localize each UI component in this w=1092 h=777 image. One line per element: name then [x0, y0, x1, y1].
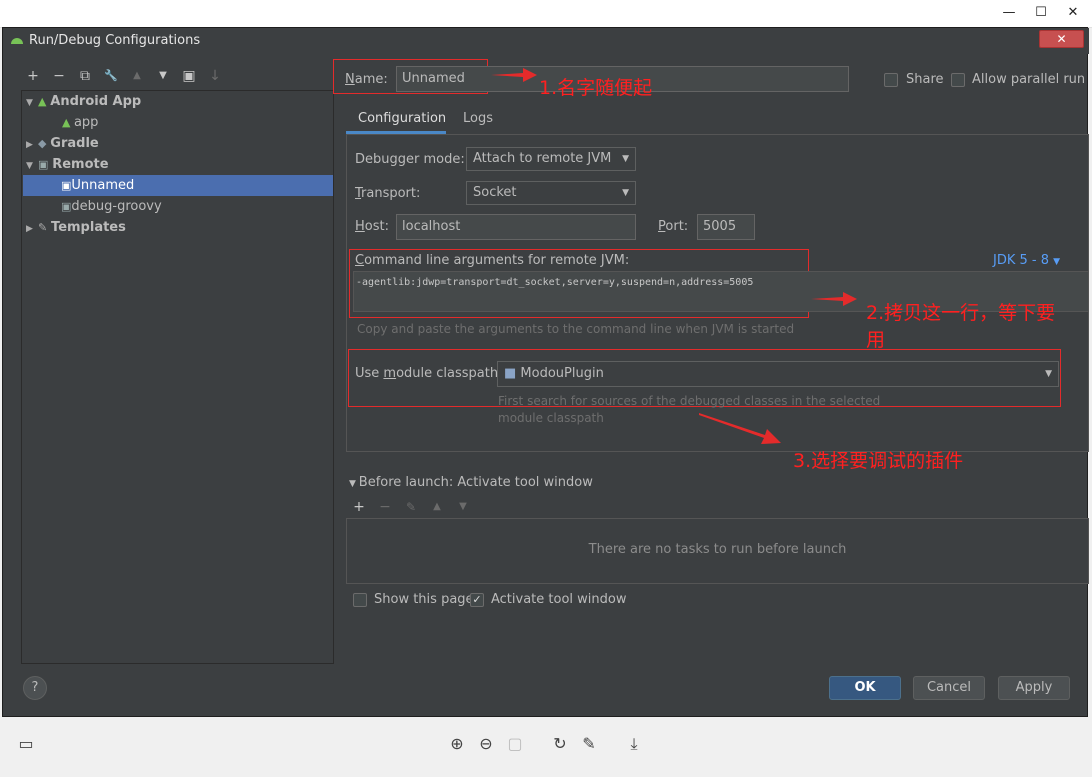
annotation-2-line2: 用 [866, 329, 886, 351]
move-up-icon: ▲ [133, 70, 141, 81]
share-label: Share [906, 72, 944, 87]
configuration-tree: ▼ ▲ Android App ▲ app ▶ ◆ Gradle ▼ ▣ Remote… [21, 90, 334, 664]
edit-icon[interactable]: ✎ [579, 734, 599, 754]
remote-icon: ▣ [61, 200, 72, 213]
cmdline-label: Command line arguments for remote JVM: [355, 253, 630, 268]
close-window-button[interactable]: ✕ [1062, 4, 1084, 22]
show-page-checkbox[interactable] [353, 593, 367, 607]
rotate-icon[interactable]: ↻ [550, 734, 570, 754]
download-icon[interactable]: ⤓ [624, 734, 644, 754]
sort-icon: ↓ [209, 68, 221, 84]
add-icon[interactable]: + [25, 68, 41, 84]
annotation-3: 3.选择要调试的插件 [793, 450, 964, 472]
transport-label: Transport: [355, 186, 421, 201]
minimize-button[interactable]: — [998, 4, 1020, 22]
module-label: Use module classpath: [355, 366, 503, 381]
tree-item-android-app[interactable]: ▼ ▲ Android App [26, 91, 335, 112]
port-input[interactable]: 5005 [697, 214, 755, 240]
jdk-version-select[interactable]: JDK 5 - 8 ▼ [993, 253, 1060, 268]
remove-task-icon: − [379, 499, 391, 515]
run-debug-dialog: Run/Debug Configurations ✕ + − ⧉ 🔧 ▲ ▼ ▣… [2, 27, 1089, 717]
move-down-icon[interactable]: ▼ [155, 68, 171, 84]
tree-item-remote[interactable]: ▼ ▣ Remote [26, 154, 335, 175]
android-icon [10, 33, 24, 45]
chevron-down-icon: ▼ [622, 154, 629, 164]
android-icon: ▲ [62, 116, 74, 129]
tab-logs[interactable]: Logs [463, 111, 493, 126]
android-icon: ▲ [38, 95, 51, 108]
cmdline-hint: Copy and paste the arguments to the comm… [357, 322, 795, 336]
move-down-icon: ▼ [459, 501, 467, 512]
share-checkbox[interactable] [884, 73, 898, 87]
viewer-toolbar: ▭ ⊕ ⊖ ▢ ↻ ✎ ⤓ [0, 718, 1092, 777]
zoom-in-icon[interactable]: ⊕ [447, 734, 467, 754]
tree-item-app[interactable]: ▲ app [62, 112, 332, 133]
maximize-button[interactable]: ☐ [1030, 4, 1052, 22]
cancel-button[interactable]: Cancel [913, 676, 985, 700]
edit-task-icon: ✎ [405, 500, 417, 514]
annotation-arrow-2 [811, 292, 857, 306]
tree-item-unnamed[interactable]: ▣Unnamed [23, 175, 333, 196]
before-launch-list: There are no tasks to run before launch [346, 518, 1089, 584]
remove-icon[interactable]: − [51, 68, 67, 84]
tab-configuration[interactable]: Configuration [346, 108, 446, 134]
remote-icon: ▣ [61, 179, 72, 192]
annotation-arrow-1 [491, 68, 537, 82]
chevron-down-icon: ▼ [622, 188, 629, 198]
annotation-arrow-3 [699, 411, 783, 447]
activate-tool-checkbox[interactable]: ✓ [470, 593, 484, 607]
add-task-icon[interactable]: + [351, 499, 367, 515]
apply-button[interactable]: Apply [998, 676, 1070, 700]
module-hint-2: module classpath [498, 411, 604, 425]
allow-parallel-label: Allow parallel run [972, 72, 1086, 87]
outer-window-bar: — ☐ ✕ [0, 0, 1092, 28]
annotation-1: 1.名字随便起 [539, 77, 653, 99]
activate-tool-label: Activate tool window [491, 592, 627, 607]
move-up-icon: ▲ [433, 501, 441, 512]
tree-item-templates[interactable]: ▶ ✎ Templates [26, 217, 335, 238]
zoom-out-icon[interactable]: ⊖ [476, 734, 496, 754]
host-label: Host: [355, 219, 389, 234]
folder-icon[interactable]: ▣ [181, 68, 197, 84]
debugger-mode-select[interactable]: Attach to remote JVM ▼ [466, 147, 636, 171]
show-page-label: Show this page [374, 592, 474, 607]
module-select[interactable]: ■ ModouPlugin ▼ [497, 361, 1059, 387]
annotation-2-line1: 2.拷贝这一行，等下要 [866, 302, 1056, 324]
chevron-down-icon: ▼ [349, 479, 359, 489]
gradle-icon: ◆ [38, 137, 51, 150]
dialog-title: Run/Debug Configurations [29, 33, 201, 48]
wrench-icon: ✎ [38, 221, 52, 234]
dialog-close-button[interactable]: ✕ [1039, 30, 1084, 48]
transport-select[interactable]: Socket ▼ [466, 181, 636, 205]
debugger-mode-label: Debugger mode: [355, 152, 465, 167]
allow-parallel-checkbox[interactable] [951, 73, 965, 87]
remote-icon: ▣ [38, 158, 53, 171]
actual-size-icon: ▢ [507, 734, 523, 753]
tree-item-debug-groovy[interactable]: ▣debug-groovy [61, 196, 331, 217]
help-button[interactable]: ? [23, 676, 47, 700]
screen-icon[interactable]: ▭ [16, 734, 36, 754]
before-launch-header[interactable]: ▼ Before launch: Activate tool window [349, 475, 593, 490]
host-input[interactable]: localhost [396, 214, 636, 240]
folder-icon: ■ [504, 366, 521, 381]
port-label: Port: [658, 219, 689, 234]
copy-icon[interactable]: ⧉ [77, 68, 93, 84]
chevron-down-icon: ▼ [1053, 257, 1061, 267]
module-hint-1: First search for sources of the debugged… [498, 394, 881, 408]
ok-button[interactable]: OK [829, 676, 901, 700]
chevron-down-icon: ▼ [1045, 369, 1052, 379]
name-label: Name: [345, 72, 388, 87]
wrench-icon[interactable]: 🔧 [103, 68, 119, 84]
tree-item-gradle[interactable]: ▶ ◆ Gradle [26, 133, 335, 154]
dialog-titlebar: Run/Debug Configurations ✕ [3, 28, 1089, 54]
